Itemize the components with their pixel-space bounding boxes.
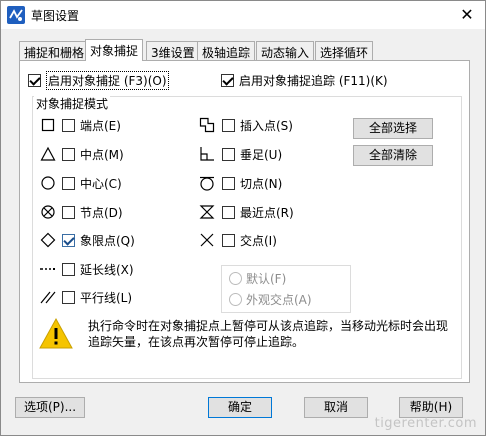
warning-icon: [39, 317, 73, 349]
select-all-button[interactable]: 全部选择: [353, 118, 433, 139]
enable-tracking-option[interactable]: 启用对象捕捉追踪 (F11)(K): [221, 71, 388, 89]
enable-osnap-label: 启用对象捕捉 (F3)(O): [46, 70, 169, 90]
triangle-marker-icon: [40, 146, 56, 161]
diamond-marker-icon: [40, 232, 56, 248]
snap-tangent[interactable]: 切点(N): [222, 174, 282, 192]
snap-modes-group-title: 对象捕捉模式: [34, 95, 111, 112]
snap-parallel[interactable]: 平行线(L): [62, 288, 132, 306]
tab-polar-tracking[interactable]: 极轴追踪: [197, 41, 256, 60]
quadrant-label: 象限点(Q): [80, 233, 135, 248]
radio-apparent-intersection[interactable]: 外观交点(A): [229, 290, 312, 308]
enable-osnap-checkbox[interactable]: [28, 73, 41, 87]
tab-3d-settings[interactable]: 3维设置: [146, 41, 200, 60]
intersection-label: 交点(I): [240, 233, 277, 248]
snap-insertion[interactable]: 插入点(S): [222, 116, 293, 134]
parallel-marker-icon: [40, 291, 56, 304]
tangent-checkbox[interactable]: [222, 176, 235, 190]
close-icon[interactable]: ✕: [457, 5, 477, 25]
radio-default-button[interactable]: [229, 271, 242, 285]
snap-nearest[interactable]: 最近点(R): [222, 203, 294, 221]
midpoint-label: 中点(M): [80, 147, 124, 162]
tab-object-snap[interactable]: 对象捕捉: [85, 39, 144, 61]
ok-button[interactable]: 确定: [208, 397, 272, 418]
app-logo-icon: [7, 6, 25, 24]
window-title: 草图设置: [31, 9, 80, 23]
enable-tracking-label: 启用对象捕捉追踪 (F11)(K): [239, 73, 388, 88]
snap-intersection[interactable]: 交点(I): [222, 231, 277, 249]
options-button[interactable]: 选项(P)...: [15, 397, 85, 418]
snap-quadrant[interactable]: 象限点(Q): [62, 231, 135, 249]
radio-apparent-label: 外观交点(A): [246, 292, 312, 307]
perpendicular-checkbox[interactable]: [222, 147, 235, 161]
tab-dynamic-input[interactable]: 动态输入: [256, 41, 315, 60]
endpoint-label: 端点(E): [80, 118, 121, 133]
watermark: tigerenter.com: [374, 416, 477, 431]
snap-center[interactable]: 中心(C): [62, 174, 122, 192]
insertion-checkbox[interactable]: [222, 118, 235, 132]
extension-marker-icon: [40, 268, 55, 270]
radio-default[interactable]: 默认(F): [229, 269, 286, 287]
insertion-label: 插入点(S): [240, 118, 293, 133]
radio-apparent-button[interactable]: [229, 292, 242, 306]
center-checkbox[interactable]: [62, 176, 75, 190]
insertion-marker-icon: [199, 117, 215, 133]
midpoint-checkbox[interactable]: [62, 147, 75, 161]
nearest-label: 最近点(R): [240, 205, 294, 220]
radio-default-label: 默认(F): [246, 271, 287, 286]
enable-osnap-option[interactable]: 启用对象捕捉 (F3)(O): [28, 70, 169, 90]
title-bar: 草图设置 ✕: [1, 1, 485, 29]
snap-endpoint[interactable]: 端点(E): [62, 116, 121, 134]
quadrant-checkbox[interactable]: [62, 233, 75, 247]
node-label: 节点(D): [80, 205, 123, 220]
drafting-settings-dialog: 草图设置 ✕ 捕捉和栅格 对象捕捉 3维设置 极轴追踪 动态输入 选择循环 启用…: [0, 0, 486, 436]
help-button[interactable]: 帮助(H): [399, 397, 463, 418]
perpendicular-marker-icon: [200, 147, 214, 161]
extension-label: 延长线(X): [80, 262, 134, 277]
nearest-marker-icon: [199, 205, 215, 219]
enable-tracking-checkbox[interactable]: [221, 73, 234, 87]
square-marker-icon: [41, 118, 55, 132]
intersection-checkbox[interactable]: [222, 233, 235, 247]
snap-perpendicular[interactable]: 垂足(U): [222, 145, 282, 163]
tab-snap-grid[interactable]: 捕捉和栅格: [19, 41, 90, 60]
nearest-checkbox[interactable]: [222, 205, 235, 219]
intersection-marker-icon: [200, 233, 214, 247]
perpendicular-label: 垂足(U): [240, 147, 283, 162]
snap-extension[interactable]: 延长线(X): [62, 260, 134, 278]
object-snap-panel: 启用对象捕捉 (F3)(O) 启用对象捕捉追踪 (F11)(K) 对象捕捉模式: [19, 60, 470, 383]
center-label: 中心(C): [80, 176, 122, 191]
tangent-marker-icon: [200, 176, 214, 191]
extension-checkbox[interactable]: [62, 262, 75, 276]
tracking-info-text: 执行命令时在对象捕捉点上暂停可从该点追踪，当移动光标时会出现追踪矢量，在该点再次…: [88, 319, 449, 349]
tab-selection-cycling[interactable]: 选择循环: [315, 41, 374, 60]
node-checkbox[interactable]: [62, 205, 75, 219]
parallel-label: 平行线(L): [80, 290, 133, 305]
clear-all-button[interactable]: 全部清除: [353, 145, 433, 166]
parallel-checkbox[interactable]: [62, 290, 75, 304]
tangent-label: 切点(N): [240, 176, 283, 191]
cancel-button[interactable]: 取消: [304, 397, 368, 418]
snap-midpoint[interactable]: 中点(M): [62, 145, 124, 163]
node-marker-icon: [41, 205, 55, 219]
endpoint-checkbox[interactable]: [62, 118, 75, 132]
snap-node[interactable]: 节点(D): [62, 203, 123, 221]
circle-marker-icon: [41, 176, 55, 190]
